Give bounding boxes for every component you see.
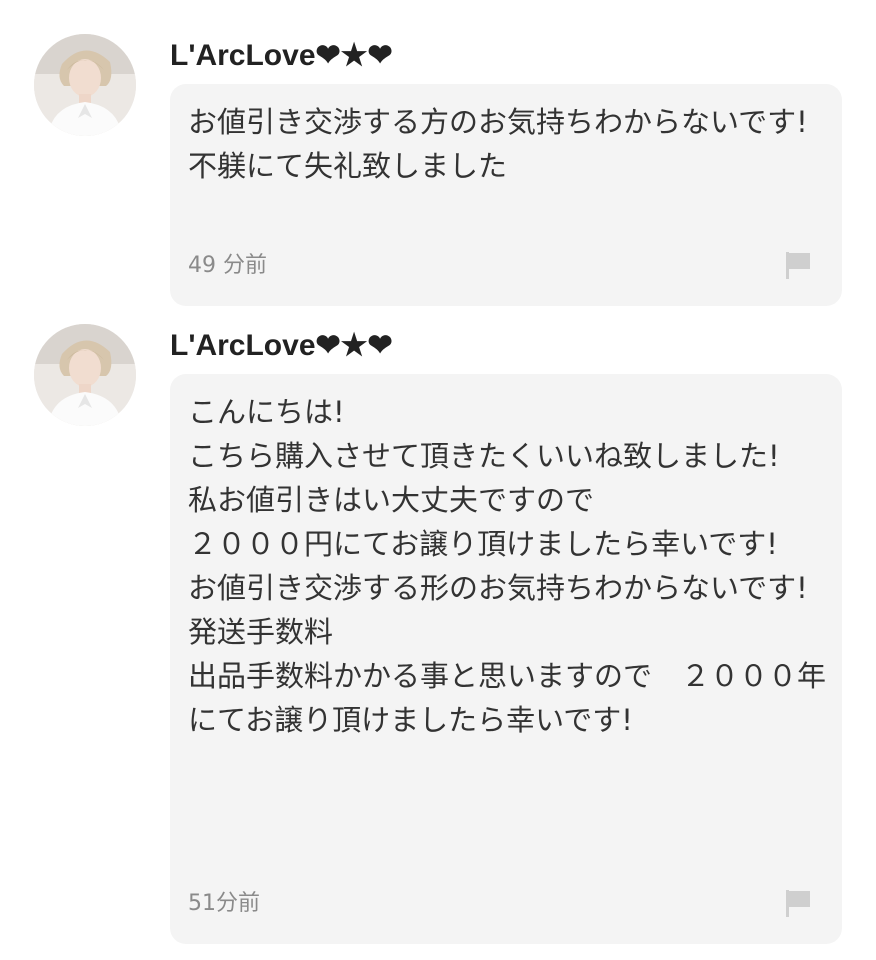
avatar-photo-icon: [34, 324, 136, 426]
username[interactable]: L'ArcLove❤︎★❤︎: [170, 38, 393, 74]
comment-bubble: こんにちは! こちら購入させて頂きたくいいね致しました! 私お値引きはい大丈夫で…: [170, 374, 842, 944]
comment-timestamp: 49 分前: [188, 253, 267, 278]
comment-bubble: お値引き交渉する方のお気持ちわからないです! 不躾にて失礼致しました 49 分前: [170, 84, 842, 306]
comment-message: こんにちは! こちら購入させて頂きたくいいね致しました! 私お値引きはい大丈夫で…: [188, 395, 827, 737]
comment-message: お値引き交渉する方のお気持ちわからないです! 不躾にて失礼致しました: [188, 105, 808, 183]
flag-icon[interactable]: [784, 250, 812, 280]
username[interactable]: L'ArcLove❤︎★❤︎: [170, 328, 393, 364]
flag-icon[interactable]: [784, 888, 812, 918]
user-avatar[interactable]: [34, 34, 136, 136]
user-avatar[interactable]: [34, 324, 136, 426]
comment-timestamp: 51分前: [188, 891, 260, 916]
avatar-photo-icon: [34, 34, 136, 136]
